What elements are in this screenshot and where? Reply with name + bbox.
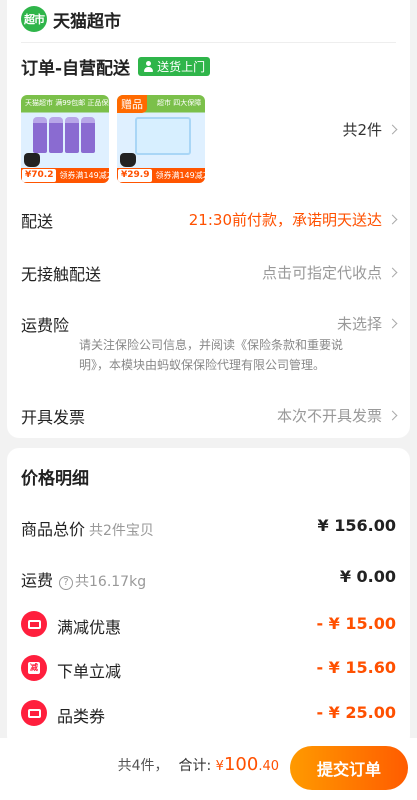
freight-row: 运费? 共16.17kg bbox=[21, 567, 146, 591]
person-icon bbox=[143, 61, 154, 72]
subtotal-amount: ¥ 156.00 bbox=[317, 516, 396, 535]
category-coupon-label: 品类券 bbox=[57, 707, 106, 726]
full-reduction-label: 满减优惠 bbox=[57, 618, 122, 637]
store-name: 天猫超市 bbox=[53, 11, 121, 32]
price-strip: ¥70.2 领券满149减25 bbox=[21, 168, 109, 183]
coupon-text: 领券满149减25 bbox=[155, 171, 205, 180]
instant-discount-label: 下单立减 bbox=[57, 662, 122, 681]
checkout-bar: 共4件， 合计: ¥100.40 提交订单 bbox=[0, 738, 417, 800]
full-reduction-amount: - ¥ 15.00 bbox=[316, 614, 396, 633]
category-coupon-amount: - ¥ 25.00 bbox=[316, 703, 396, 722]
order-card: 超市 天猫超市 订单-自营配送 送货上门 天猫超市 满99包邮 正品保障 ¥70… bbox=[7, 0, 410, 438]
storage-box-image bbox=[135, 117, 191, 155]
subtotal-note: 共2件宝贝 bbox=[89, 523, 154, 539]
divider bbox=[21, 42, 396, 43]
price-detail-card: 价格明细 商品总价 共2件宝贝 ¥ 156.00 运费? 共16.17kg ¥ 0.… bbox=[7, 448, 410, 748]
item-count[interactable]: 共2件 bbox=[342, 119, 382, 140]
coupon-text: 领券满149减25 bbox=[59, 171, 109, 180]
currency-symbol: ¥ bbox=[215, 759, 224, 774]
instant-discount-icon: 减 bbox=[21, 655, 47, 681]
order-header: 订单-自营配送 送货上门 bbox=[21, 54, 211, 79]
freight-label: 运费 bbox=[21, 571, 54, 590]
contactless-label: 无接触配送 bbox=[21, 265, 102, 284]
help-icon[interactable]: ? bbox=[59, 576, 74, 590]
delivery-tag: 送货上门 bbox=[138, 57, 211, 76]
total-label: 合计: bbox=[178, 758, 212, 774]
gift-badge: 赠品 bbox=[117, 95, 147, 113]
chevron-right-icon bbox=[387, 124, 398, 135]
product-price: ¥70.2 bbox=[22, 169, 57, 182]
product-price: ¥29.9 bbox=[118, 169, 153, 182]
ticket-icon bbox=[21, 611, 47, 637]
chevron-right-icon bbox=[387, 267, 398, 278]
tmall-cat-icon bbox=[24, 153, 40, 167]
product-thumbnail[interactable]: 天猫超市 满99包邮 正品保障 ¥70.2 领券满149减25 bbox=[21, 95, 109, 183]
total-int: 100 bbox=[223, 754, 259, 775]
shipping-label: 配送 bbox=[21, 212, 54, 231]
insurance-notice[interactable]: 请关注保险公司信息，并阅读《保险条款和重要说明》，本模块由蚂蚁保保险代理有限公司… bbox=[79, 335, 370, 375]
shipping-value[interactable]: 21:30前付款，承诺明天送达 bbox=[189, 209, 382, 230]
chevron-right-icon bbox=[387, 214, 398, 225]
insurance-value[interactable]: 未选择 bbox=[337, 313, 382, 334]
order-summary: 共4件， 合计: ¥100.40 bbox=[118, 754, 279, 775]
order-title: 订单-自营配送 bbox=[21, 59, 131, 79]
price-strip: ¥29.9 领券满149减25 bbox=[117, 168, 205, 183]
freight-amount: ¥ 0.00 bbox=[339, 567, 396, 586]
thumb-header: 天猫超市 满99包邮 正品保障 bbox=[25, 99, 109, 107]
product-thumbnail[interactable]: 超市 四大保障 赠品 ¥29.9 领券满149减25 bbox=[117, 95, 205, 183]
store-header[interactable]: 超市 天猫超市 bbox=[21, 6, 121, 32]
subtotal-label: 商品总价 bbox=[21, 520, 86, 539]
invoice-label: 开具发票 bbox=[21, 408, 86, 427]
tmall-supermarket-logo: 超市 bbox=[21, 6, 47, 32]
subtotal-row: 商品总价 共2件宝贝 bbox=[21, 516, 154, 540]
price-detail-title: 价格明细 bbox=[21, 469, 89, 489]
tmall-cat-icon bbox=[120, 153, 136, 167]
contactless-value[interactable]: 点击可指定代收点 bbox=[262, 262, 382, 283]
invoice-value[interactable]: 本次不开具发票 bbox=[277, 405, 382, 426]
freight-note: 共16.17kg bbox=[75, 574, 147, 590]
detergent-bottles-image bbox=[33, 117, 95, 153]
total-count: 共4件， bbox=[117, 758, 169, 774]
submit-order-button[interactable]: 提交订单 bbox=[290, 746, 408, 790]
chevron-right-icon bbox=[387, 410, 398, 421]
insurance-label: 运费险 bbox=[21, 316, 70, 335]
chevron-right-icon bbox=[387, 318, 398, 329]
total-dec: .40 bbox=[258, 759, 279, 774]
ticket-icon bbox=[21, 700, 47, 726]
delivery-tag-label: 送货上门 bbox=[157, 60, 206, 74]
instant-discount-amount: - ¥ 15.60 bbox=[316, 658, 396, 677]
